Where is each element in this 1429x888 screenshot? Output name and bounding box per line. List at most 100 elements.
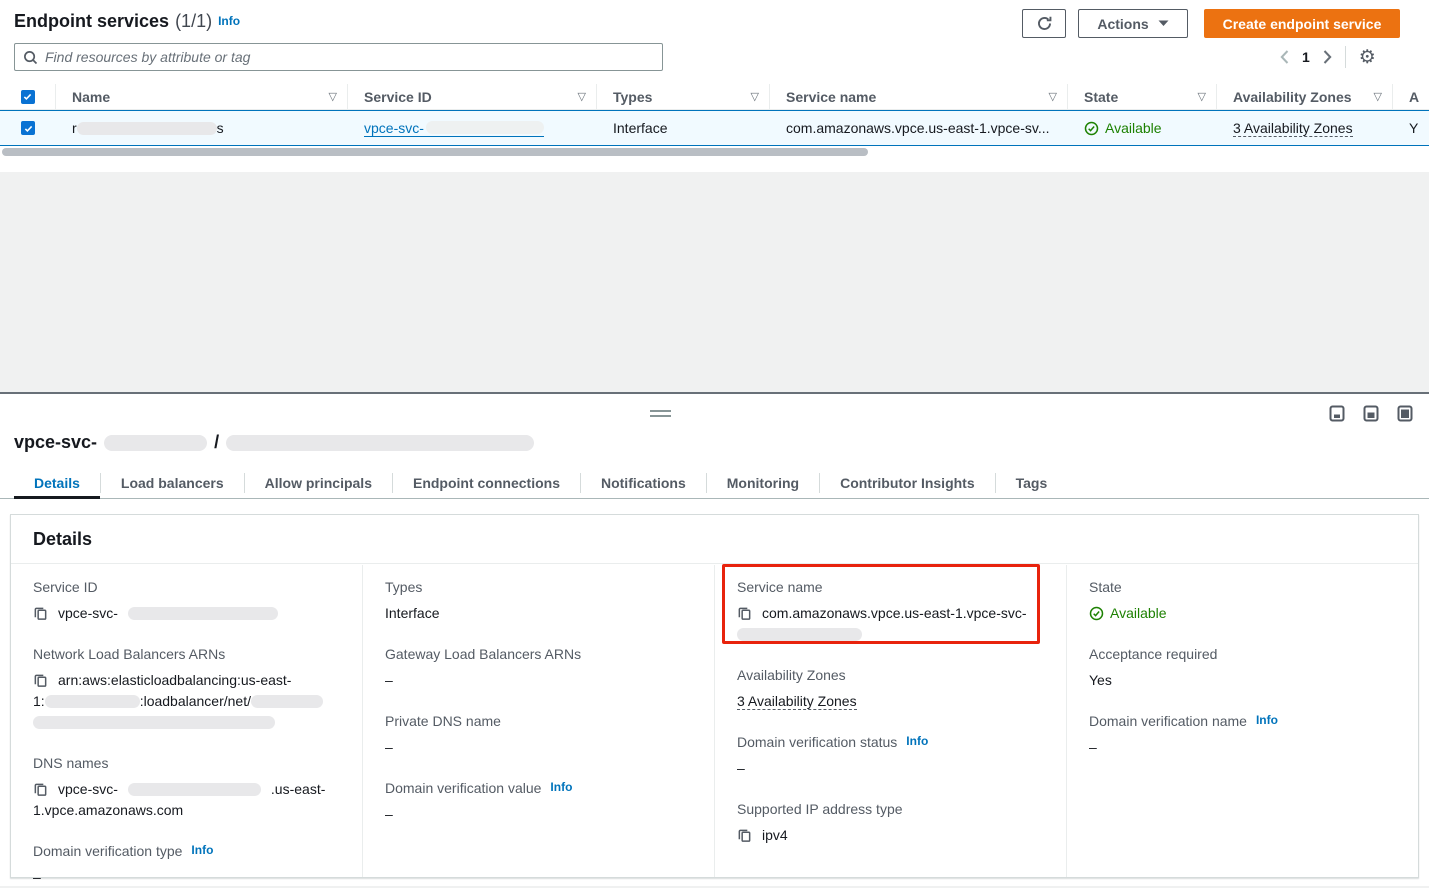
page-title: Endpoint services (1/1) Info bbox=[14, 11, 240, 32]
search-input[interactable] bbox=[45, 49, 654, 65]
details-columns: Service ID vpce-svc- Network Load Balanc… bbox=[11, 565, 1418, 877]
info-link[interactable]: Info bbox=[191, 843, 213, 857]
field-gwlb-arns: Gateway Load Balancers ARNs – bbox=[385, 646, 692, 691]
field-supported-ip-address-type: Supported IP address type ipv4 bbox=[737, 801, 1044, 846]
copy-icon[interactable] bbox=[33, 673, 48, 688]
redacted-text bbox=[104, 435, 207, 451]
availability-zones-popover-trigger[interactable]: 3 Availability Zones bbox=[737, 693, 857, 710]
select-all-checkbox[interactable] bbox=[21, 90, 35, 104]
tab-allow-principals[interactable]: Allow principals bbox=[245, 468, 392, 498]
row-name-cell: r s bbox=[56, 120, 348, 136]
pagination: 1 ⚙ bbox=[1280, 46, 1376, 68]
redacted-text bbox=[737, 628, 862, 641]
check-icon bbox=[23, 123, 34, 134]
filter-icon[interactable]: ▽ bbox=[329, 90, 337, 103]
panel-size-medium-icon[interactable] bbox=[1363, 405, 1379, 422]
availability-zones-popover-trigger[interactable]: 3 Availability Zones bbox=[1233, 120, 1353, 137]
redacted-text bbox=[128, 607, 278, 620]
caret-down-icon bbox=[1158, 20, 1169, 27]
details-card: Details Service ID vpce-svc- Network Loa… bbox=[10, 514, 1419, 878]
field-domain-verification-type: Domain verification type Info – bbox=[33, 843, 340, 888]
refresh-button[interactable] bbox=[1022, 9, 1066, 38]
create-endpoint-service-button[interactable]: Create endpoint service bbox=[1204, 9, 1400, 38]
current-page[interactable]: 1 bbox=[1302, 49, 1310, 65]
field-domain-verification-status: Domain verification status Info – bbox=[737, 734, 1044, 779]
tab-details[interactable]: Details bbox=[14, 468, 100, 498]
copy-icon[interactable] bbox=[33, 782, 48, 797]
tab-tags[interactable]: Tags bbox=[996, 468, 1068, 498]
field-nlb-arns: Network Load Balancers ARNs arn:aws:elas… bbox=[33, 646, 340, 733]
info-link[interactable]: Info bbox=[906, 734, 928, 748]
info-link[interactable]: Info bbox=[218, 14, 240, 28]
status-badge: Available bbox=[1084, 120, 1162, 136]
filter-icon[interactable]: ▽ bbox=[1049, 90, 1057, 103]
row-checkbox[interactable] bbox=[21, 121, 35, 135]
refresh-icon bbox=[1036, 15, 1053, 32]
create-endpoint-service-label: Create endpoint service bbox=[1223, 16, 1382, 32]
field-service-name: Service name com.amazonaws.vpce.us-east-… bbox=[737, 579, 1044, 645]
panel-size-controls bbox=[1329, 405, 1413, 422]
row-service-id-cell: vpce-svc- bbox=[348, 120, 597, 137]
select-all-cell bbox=[0, 84, 56, 109]
page-title-text: Endpoint services bbox=[14, 11, 169, 32]
split-panel: vpce-svc- / Details Load balancers Allow… bbox=[0, 392, 1429, 886]
arn-line-3 bbox=[33, 712, 340, 733]
redacted-text bbox=[128, 783, 261, 796]
filter-icon[interactable]: ▽ bbox=[578, 90, 586, 103]
column-header-partial: A bbox=[1393, 84, 1429, 109]
copy-icon[interactable] bbox=[737, 606, 752, 621]
resource-count: (1/1) bbox=[175, 11, 212, 32]
redacted-text bbox=[226, 435, 534, 451]
panel-title: vpce-svc- / bbox=[14, 432, 534, 453]
dns-line-2: 1.vpce.amazonaws.com bbox=[33, 800, 340, 821]
panel-size-small-icon[interactable] bbox=[1329, 405, 1345, 422]
copy-icon[interactable] bbox=[33, 606, 48, 621]
row-service-name-cell: com.amazonaws.vpce.us-east-1.vpce-sv... bbox=[770, 120, 1068, 136]
column-header-name[interactable]: Name▽ bbox=[56, 84, 348, 109]
filter-icon[interactable]: ▽ bbox=[1198, 90, 1206, 103]
table-row[interactable]: r s vpce-svc- Interface com.amazonaws.vp… bbox=[0, 110, 1429, 146]
service-id-link[interactable]: vpce-svc- bbox=[364, 120, 544, 137]
tab-monitoring[interactable]: Monitoring bbox=[707, 468, 819, 498]
info-link[interactable]: Info bbox=[1256, 713, 1278, 727]
column-header-availability-zones[interactable]: Availability Zones▽ bbox=[1217, 84, 1393, 109]
field-types: Types Interface bbox=[385, 579, 692, 624]
check-circle-icon bbox=[1089, 606, 1104, 621]
horizontal-scrollbar-thumb[interactable] bbox=[2, 148, 868, 156]
row-state-cell: Available bbox=[1068, 120, 1217, 136]
page-next-button[interactable] bbox=[1323, 50, 1332, 64]
tab-endpoint-connections[interactable]: Endpoint connections bbox=[393, 468, 580, 498]
details-heading: Details bbox=[11, 515, 1418, 564]
row-availability-zones-cell: 3 Availability Zones bbox=[1217, 120, 1393, 137]
filter-icon[interactable]: ▽ bbox=[1374, 90, 1382, 103]
redacted-text bbox=[77, 122, 217, 135]
column-header-service-name[interactable]: Service name▽ bbox=[770, 84, 1068, 109]
actions-button[interactable]: Actions bbox=[1078, 9, 1188, 38]
copy-icon[interactable] bbox=[737, 828, 752, 843]
panel-title-prefix: vpce-svc- bbox=[14, 432, 97, 453]
column-header-state[interactable]: State▽ bbox=[1068, 84, 1217, 109]
check-circle-icon bbox=[1084, 121, 1099, 136]
field-domain-verification-value: Domain verification value Info – bbox=[385, 780, 692, 825]
tab-load-balancers[interactable]: Load balancers bbox=[101, 468, 244, 498]
field-state: State Available bbox=[1089, 579, 1396, 624]
row-select-cell bbox=[0, 121, 56, 135]
column-header-service-id[interactable]: Service ID▽ bbox=[348, 84, 597, 109]
page-previous-button[interactable] bbox=[1280, 50, 1289, 64]
details-column-4: State Available Acceptance required Yes … bbox=[1067, 565, 1418, 877]
search-icon bbox=[23, 50, 38, 65]
horizontal-scrollbar bbox=[0, 148, 1429, 157]
tab-contributor-insights[interactable]: Contributor Insights bbox=[820, 468, 995, 498]
chevron-left-icon bbox=[1280, 50, 1289, 64]
arn-line-2: 1::loadbalancer/net/ bbox=[33, 691, 340, 712]
info-link[interactable]: Info bbox=[550, 780, 572, 794]
redacted-text bbox=[426, 121, 544, 134]
field-service-id: Service ID vpce-svc- bbox=[33, 579, 340, 624]
column-header-types[interactable]: Types▽ bbox=[597, 84, 770, 109]
panel-resize-handle[interactable] bbox=[650, 410, 671, 417]
table-settings-gear-icon[interactable]: ⚙ bbox=[1359, 48, 1376, 67]
filter-icon[interactable]: ▽ bbox=[751, 90, 759, 103]
service-name-line-2 bbox=[737, 624, 1044, 645]
panel-size-large-icon[interactable] bbox=[1397, 405, 1413, 422]
tab-notifications[interactable]: Notifications bbox=[581, 468, 706, 498]
